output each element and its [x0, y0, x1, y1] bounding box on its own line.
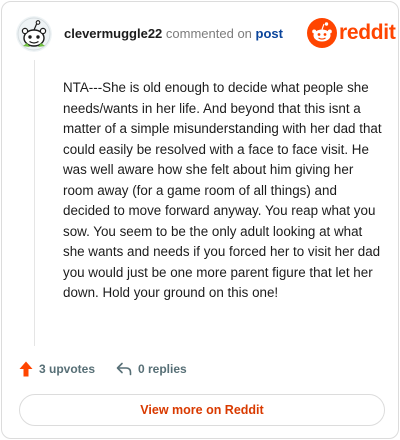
comment-body: NTA---She is old enough to decide what p… [63, 80, 382, 300]
reply-arrow-icon [116, 362, 132, 376]
reply-count: 0 replies [138, 362, 187, 376]
snoo-avatar-icon [16, 16, 52, 52]
post-link[interactable]: post [256, 26, 283, 41]
upvote-arrow-icon [19, 361, 33, 377]
upvote-count: 3 upvotes [39, 362, 96, 376]
reddit-logo[interactable]: reddit [307, 18, 396, 48]
author-username[interactable]: clevermuggle22 [64, 26, 162, 41]
thread-line [34, 60, 35, 346]
user-avatar[interactable] [16, 16, 52, 52]
action-text: commented on [165, 26, 252, 41]
comment-header: clevermuggle22 commented on post reddit [2, 2, 400, 62]
reddit-logo-icon [307, 18, 337, 48]
reply-button[interactable]: 0 replies [116, 358, 187, 380]
comment-byline: clevermuggle22 commented on post [64, 26, 283, 42]
view-more-button[interactable]: View more on Reddit [19, 394, 385, 426]
upvote-button[interactable]: 3 upvotes [19, 358, 95, 380]
comment-embed-card: clevermuggle22 commented on post reddit … [1, 1, 399, 439]
brand-wordmark: reddit [339, 21, 396, 44]
